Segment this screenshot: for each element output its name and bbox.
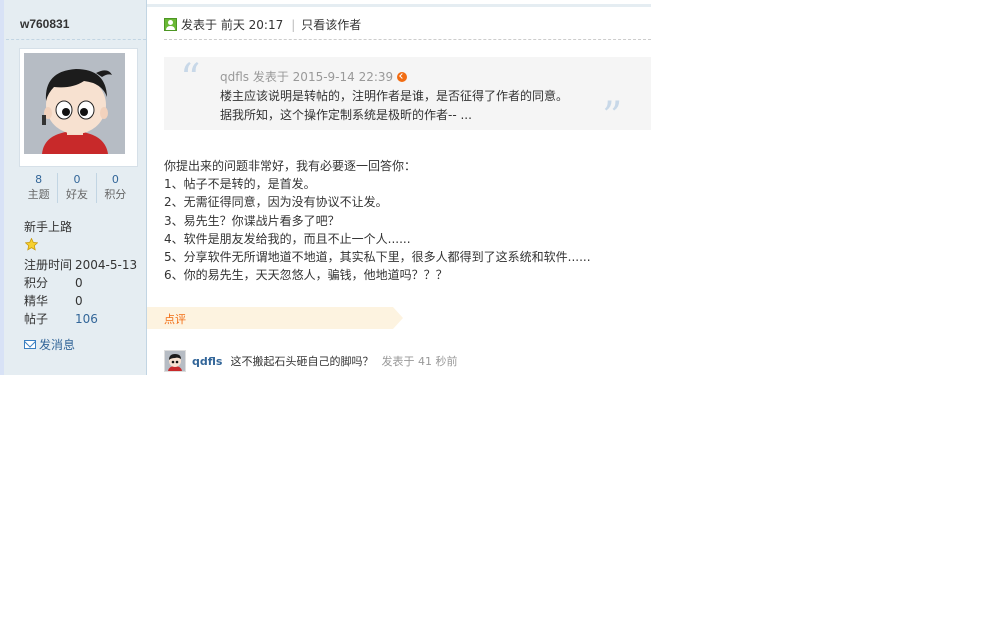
comment-author-link[interactable]: qdfls	[192, 355, 222, 368]
info-value: 2004-5-13	[75, 258, 138, 272]
divider	[164, 39, 651, 40]
star-icon	[25, 238, 38, 251]
user-profile-sidebar: w760831 8 主题 0 好友 0 积分 新手上路 注册时间 2004-5-…	[0, 0, 147, 375]
info-row-posts: 帖子 106	[24, 310, 144, 328]
user-rank[interactable]: 新手上路	[24, 218, 72, 235]
goto-original-icon[interactable]	[397, 71, 408, 82]
avatar[interactable]	[19, 48, 138, 167]
quote-line: 据我所知，这个操作定制系统是极昕的作者-- ...	[220, 108, 472, 122]
info-row-registered: 注册时间 2004-5-13	[24, 256, 144, 274]
review-label: 点评	[164, 313, 186, 326]
stat-label: 好友	[65, 188, 88, 201]
divider	[6, 39, 146, 40]
sidebar-edge	[0, 0, 4, 375]
post-content: 你提出来的问题非常好，我有必要逐一回答你： 1、帖子不是转的，是首发。 2、无需…	[164, 157, 591, 284]
review-comment: qdfls 这不搬起石头砸自己的脚吗？ 发表于 41 秒前	[164, 350, 457, 372]
user-stats: 8 主题 0 好友 0 积分	[20, 173, 134, 203]
quote-header: qdfls 发表于 2015-9-14 22:39	[220, 68, 408, 85]
content-line: 5、分享软件无所谓地道不地道，其实私下里，很多人都得到了这系统和软件......	[164, 250, 591, 265]
info-row-digest: 精华 0	[24, 292, 144, 310]
info-key: 精华	[24, 294, 49, 308]
stat-label: 积分	[104, 188, 127, 201]
stat-value: 8	[35, 173, 43, 186]
only-author-link[interactable]: 只看该作者	[301, 16, 361, 33]
post-top-border	[147, 4, 651, 7]
avatar-image	[24, 53, 125, 154]
quote-close-mark: ”	[602, 94, 623, 140]
separator: |	[291, 17, 296, 32]
comment-time: 发表于 41 秒前	[381, 355, 458, 368]
user-info-list: 注册时间 2004-5-13 积分 0 精华 0 帖子 106	[24, 256, 144, 328]
info-row-points: 积分 0	[24, 274, 144, 292]
stat-label: 主题	[27, 188, 50, 201]
stat-value: 0	[111, 173, 119, 186]
stat-value: 0	[73, 173, 81, 186]
commenter-avatar[interactable]	[164, 350, 186, 372]
post-header: 发表于 前天 20:17 | 只看该作者	[164, 16, 361, 33]
content-line: 你提出来的问题非常好，我有必要逐一回答你：	[164, 159, 417, 173]
mail-icon	[24, 340, 36, 349]
quote-author-time: qdfls 发表于 2015-9-14 22:39	[220, 70, 394, 84]
info-key: 注册时间	[24, 258, 73, 272]
content-line: 2、无需征得同意，因为没有协议不让发。	[164, 195, 388, 210]
content-line: 3、易先生？你谍战片看多了吧？	[164, 213, 340, 228]
info-value: 0	[75, 294, 83, 308]
content-line: 1、帖子不是转的，是首发。	[164, 177, 316, 192]
send-message-link[interactable]: 发消息	[24, 336, 75, 353]
online-status-icon	[164, 18, 177, 31]
stat-threads[interactable]: 8 主题	[20, 173, 57, 203]
info-key: 帖子	[24, 312, 49, 326]
username[interactable]: w760831	[20, 17, 69, 31]
content-line: 6、你的易先生，天天忽悠人，骗钱，他地道吗？？？	[164, 268, 448, 283]
info-key: 积分	[24, 276, 49, 290]
comment-text: 这不搬起石头砸自己的脚吗？	[230, 355, 374, 368]
content-line: 4、软件是朋友发给我的，而且不止一个人......	[164, 231, 411, 246]
quote-open-mark: “	[180, 56, 201, 102]
stat-friends[interactable]: 0 好友	[57, 173, 95, 203]
review-section-banner: 点评	[147, 307, 403, 329]
posted-time: 发表于 前天 20:17	[181, 18, 284, 32]
send-message-label: 发消息	[39, 338, 76, 352]
posts-count-link[interactable]: 106	[75, 310, 98, 328]
info-value: 0	[75, 276, 83, 290]
stat-points[interactable]: 0 积分	[95, 173, 134, 203]
quote-block: “ qdfls 发表于 2015-9-14 22:39 楼主应该说明是转帖的，注…	[164, 56, 651, 137]
quote-line: 楼主应该说明是转帖的，注明作者是谁，是否征得了作者的同意。	[220, 89, 569, 103]
